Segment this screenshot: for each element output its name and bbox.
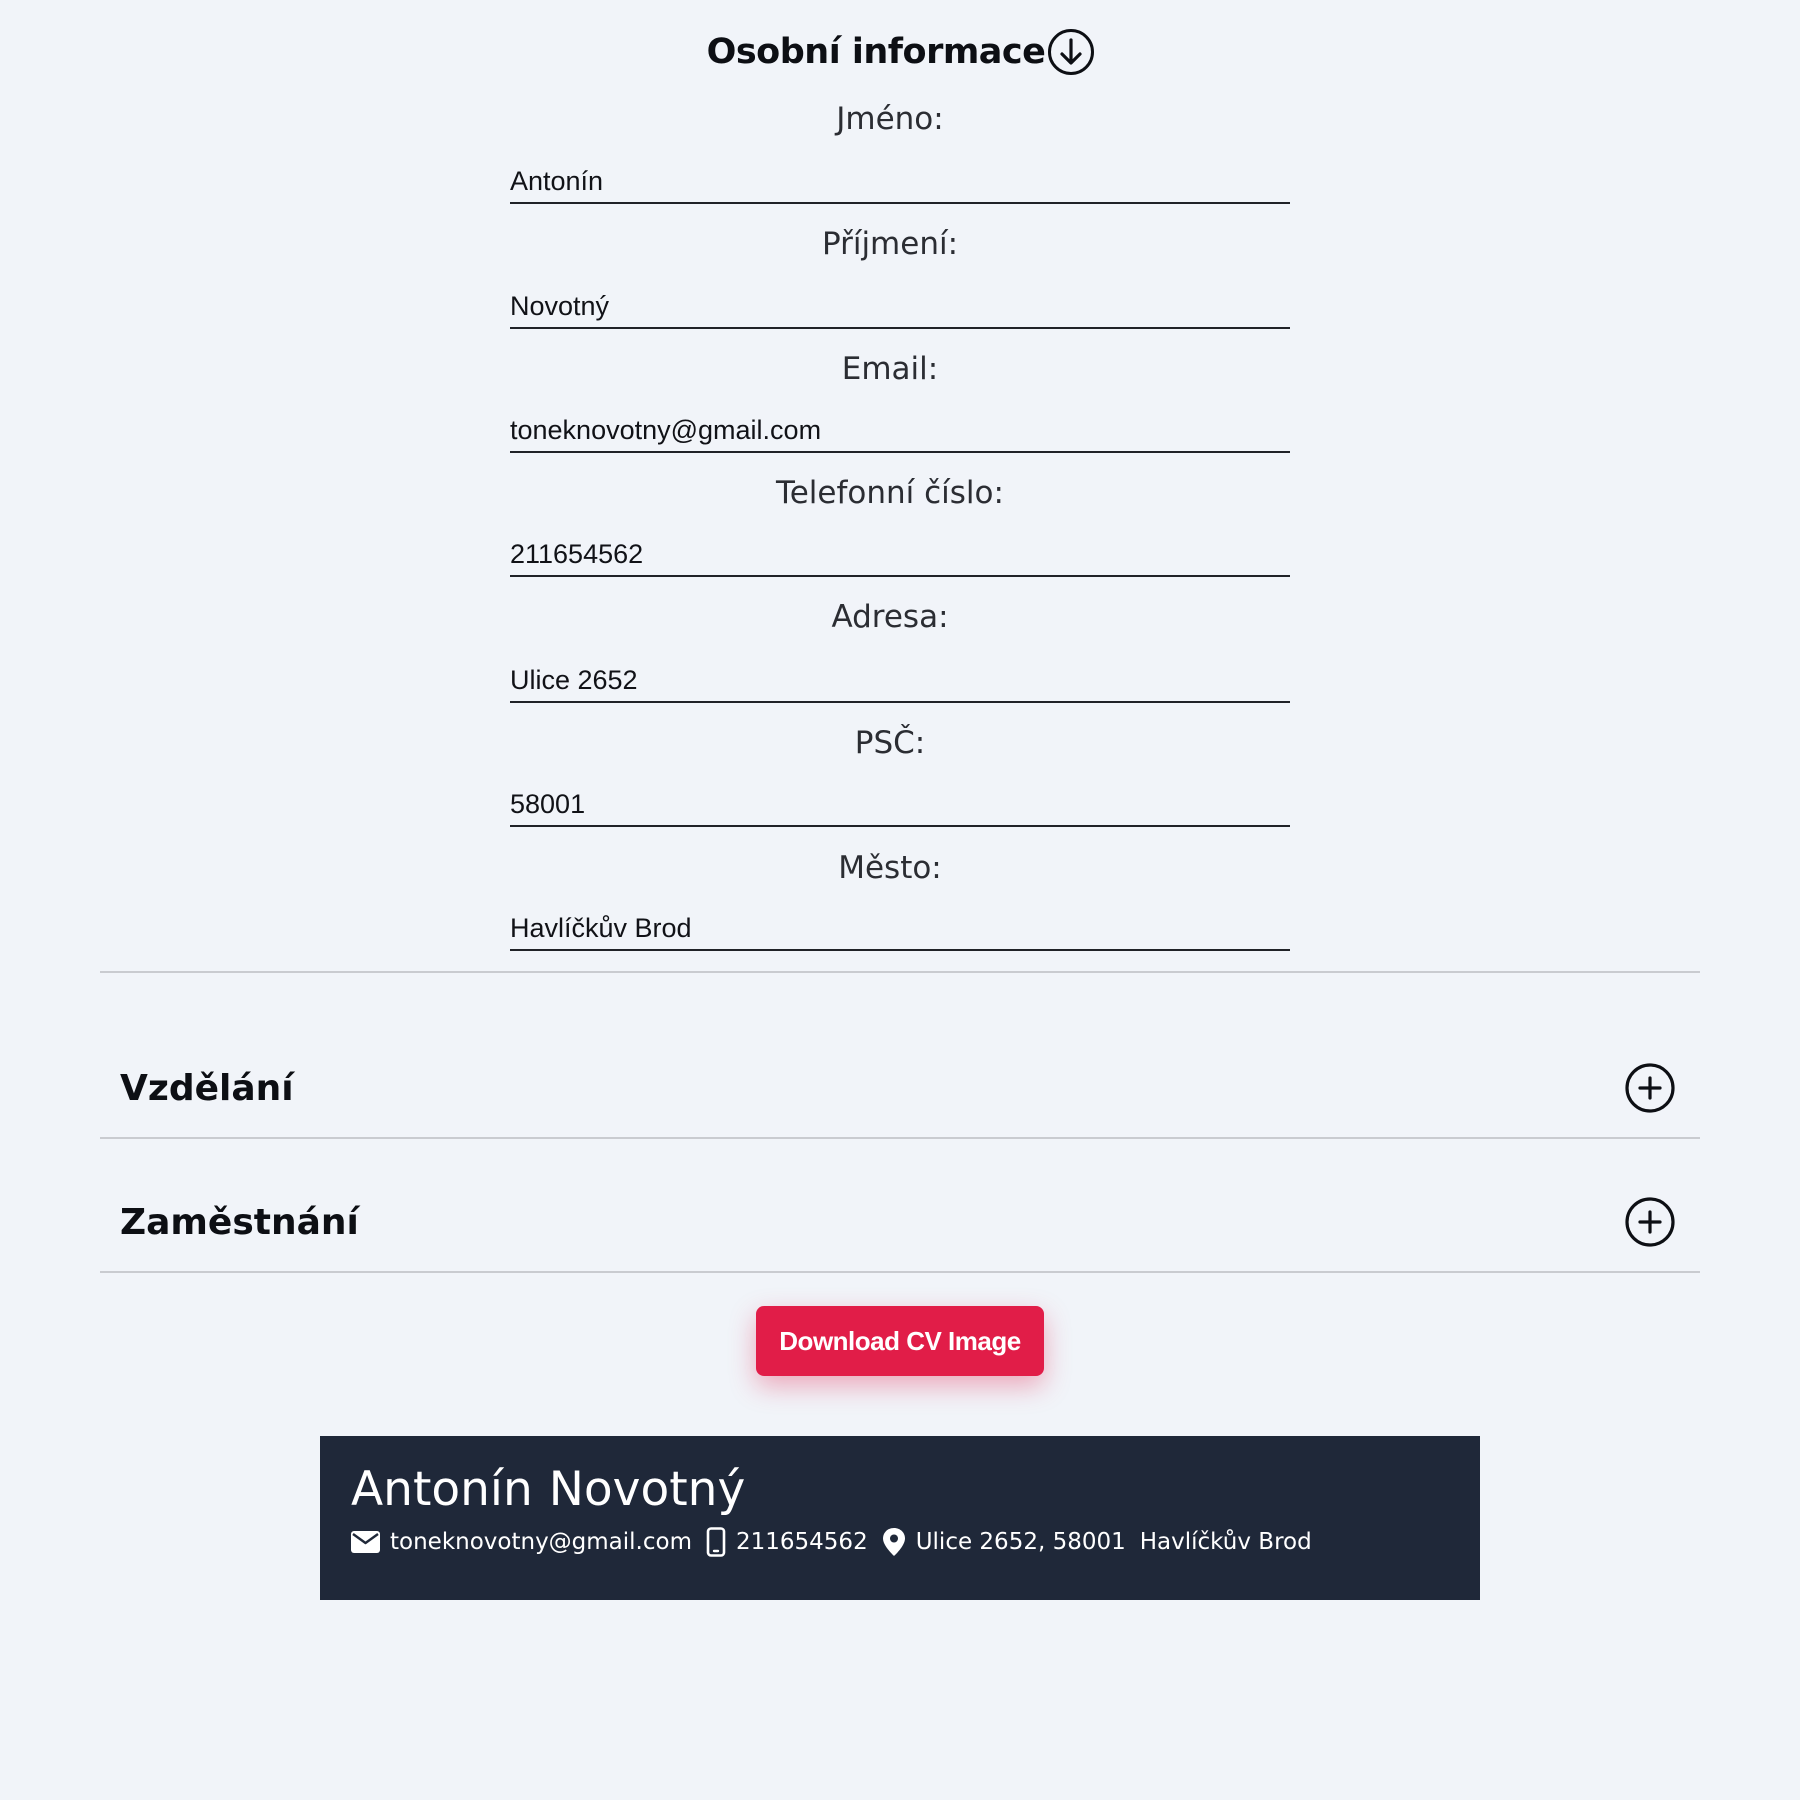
email-label: Email: [841, 351, 939, 387]
section-divider [100, 971, 1700, 973]
cv-city: Havlíčkův Brod [1139, 1529, 1312, 1555]
education-section-toggle[interactable]: Vzdělání [100, 1048, 1700, 1128]
employment-section-toggle[interactable]: Zaměstnání [100, 1182, 1700, 1262]
cv-full-name: Antonín Novotný [351, 1466, 1480, 1513]
cv-phone: 211654562 [736, 1529, 868, 1555]
cv-email: toneknovotny@gmail.com [390, 1529, 692, 1555]
smartphone-icon [706, 1527, 726, 1557]
plus-circle-icon[interactable] [1624, 1062, 1676, 1114]
cv-first-name: Antonín [351, 1462, 533, 1517]
section-divider [100, 1137, 1700, 1139]
employment-title: Zaměstnání [120, 1201, 359, 1243]
postal-code-input[interactable] [510, 783, 1290, 827]
email-input[interactable] [510, 409, 1290, 453]
cv-address: Ulice 2652, 58001 [915, 1529, 1126, 1555]
postal-code-label: PSČ: [854, 725, 926, 761]
city-label: Město: [838, 850, 942, 886]
map-pin-icon [882, 1527, 906, 1557]
first-name-input[interactable] [510, 160, 1290, 204]
address-input[interactable] [510, 659, 1290, 703]
personal-info-title: Osobní informace [706, 31, 1046, 72]
phone-input[interactable] [510, 533, 1290, 577]
plus-circle-icon[interactable] [1624, 1196, 1676, 1248]
address-label: Adresa: [831, 599, 949, 635]
envelope-icon [351, 1531, 380, 1553]
first-name-label: Jméno: [836, 101, 944, 137]
download-cv-button[interactable]: Download CV Image [756, 1306, 1044, 1376]
personal-info-header[interactable]: Osobní informace [0, 24, 1800, 80]
section-divider [100, 1271, 1700, 1273]
cv-last-name: Novotný [548, 1462, 746, 1517]
arrow-down-circle-icon[interactable] [1047, 28, 1095, 76]
cv-preview: Antonín Novotný toneknovotny@gmail.com 21… [320, 1436, 1480, 1600]
education-title: Vzdělání [120, 1067, 294, 1109]
city-input[interactable] [510, 907, 1290, 951]
phone-label: Telefonní číslo: [776, 475, 1004, 511]
last-name-input[interactable] [510, 285, 1290, 329]
last-name-label: Příjmení: [821, 226, 959, 262]
cv-contact-row: toneknovotny@gmail.com 211654562 Ulice 2… [351, 1527, 1480, 1557]
